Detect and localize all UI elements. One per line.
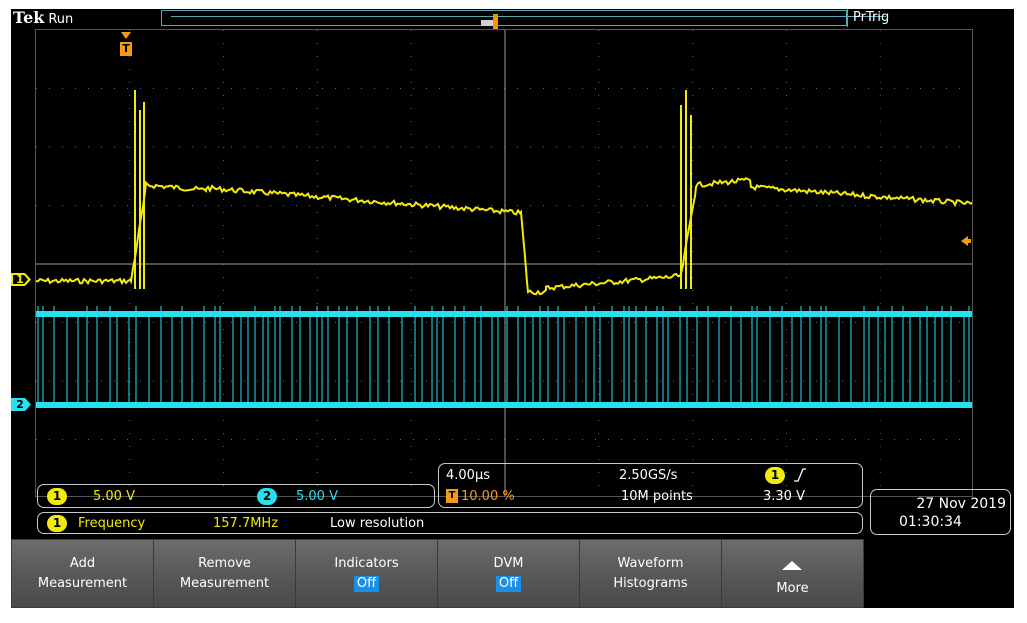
date: 27 Nov 2019 [916, 496, 1006, 512]
softkey-line2: Measurement [37, 576, 128, 591]
channel-1-badge: 1 [47, 488, 67, 505]
softkey-line1: Indicators [334, 556, 399, 571]
trigger-source-badge: 1 [765, 467, 785, 484]
dvm-button[interactable]: DVM Off [437, 539, 580, 608]
record-view-bar[interactable] [161, 10, 847, 26]
trigger-level[interactable]: 3.30 V [763, 488, 805, 505]
softkey-line1: Add [69, 556, 96, 571]
softkey-line1: Remove [198, 556, 251, 571]
indicators-state: Off [353, 576, 380, 592]
measurement-value: 157.7MHz [213, 516, 279, 531]
channel-2-marker-label: 2 [16, 398, 24, 411]
softkey-bar: Add Measurement Remove Measurement Indic… [11, 539, 1014, 608]
channel-2-marker[interactable]: 2 [11, 397, 32, 412]
softkey-line1: DVM [493, 556, 524, 571]
dvm-state: Off [495, 576, 522, 592]
date-time-panel[interactable]: 27 Nov 2019 01:30:34 [870, 489, 1011, 535]
waveform-histograms-button[interactable]: Waveform Histograms [579, 539, 722, 608]
channel-1-scale[interactable]: 5.00 V [93, 488, 135, 505]
rising-edge-icon [794, 468, 806, 482]
softkey-line2: More [776, 581, 809, 596]
softkey-line1: Waveform [617, 556, 684, 571]
trigger-position-icon: T [446, 489, 458, 503]
waveform-graticule [36, 30, 972, 496]
trigger-level-marker[interactable] [960, 231, 972, 246]
up-arrow-icon [782, 561, 802, 570]
trigger-position-icon-label: T [448, 490, 456, 501]
time-per-division[interactable]: 4.00µs [446, 467, 490, 484]
measurement-panel[interactable]: 1 Frequency 157.7MHz Low resolution [37, 512, 863, 534]
channel-2-scale[interactable]: 5.00 V [296, 488, 338, 505]
measurement-note: Low resolution [330, 516, 425, 531]
trigger-position-marker [493, 14, 498, 29]
brand-logo: Tek [13, 9, 45, 27]
waveform-display[interactable] [35, 29, 973, 497]
measurement-source-badge: 1 [47, 515, 67, 532]
record-length: 10M points [621, 489, 693, 504]
channel-2-high-level [36, 311, 972, 317]
channel-1-marker-label: 1 [16, 273, 24, 286]
trigger-marker-label: T [122, 42, 130, 55]
measurement-name: Frequency [78, 516, 146, 531]
softkey-line2: Histograms [613, 576, 688, 591]
softkey-line2: Measurement [179, 576, 270, 591]
brand-and-run-state: Tek Run [13, 9, 73, 27]
add-measurement-button[interactable]: Add Measurement [11, 539, 154, 608]
channel-scale-panel[interactable]: 1 5.00 V 2 5.00 V [37, 484, 435, 508]
channel-2-badge: 2 [257, 488, 277, 505]
trigger-position[interactable]: 10.00 % [461, 488, 515, 505]
trigger-status: PrTrig [847, 9, 1014, 27]
channel-2-low-level [36, 402, 972, 408]
remove-measurement-button[interactable]: Remove Measurement [153, 539, 296, 608]
sample-rate: 2.50GS/s [619, 468, 678, 483]
record-view-line [171, 14, 886, 29]
oscilloscope-screen: Tek Run PrTrig T 1 2 1 5.00 V 2 5.00 V 4… [11, 9, 1014, 608]
horizontal-trigger-panel[interactable]: 4.00µs 2.50GS/s 1 T 10.00 % 10M points 3… [438, 463, 863, 508]
trigger-marker[interactable]: T [118, 30, 134, 58]
acquisition-state: Run [48, 12, 74, 27]
time: 01:30:34 [899, 514, 962, 530]
channel-1-marker[interactable]: 1 [11, 272, 32, 287]
indicators-button[interactable]: Indicators Off [295, 539, 438, 608]
more-button[interactable]: More [721, 539, 864, 608]
